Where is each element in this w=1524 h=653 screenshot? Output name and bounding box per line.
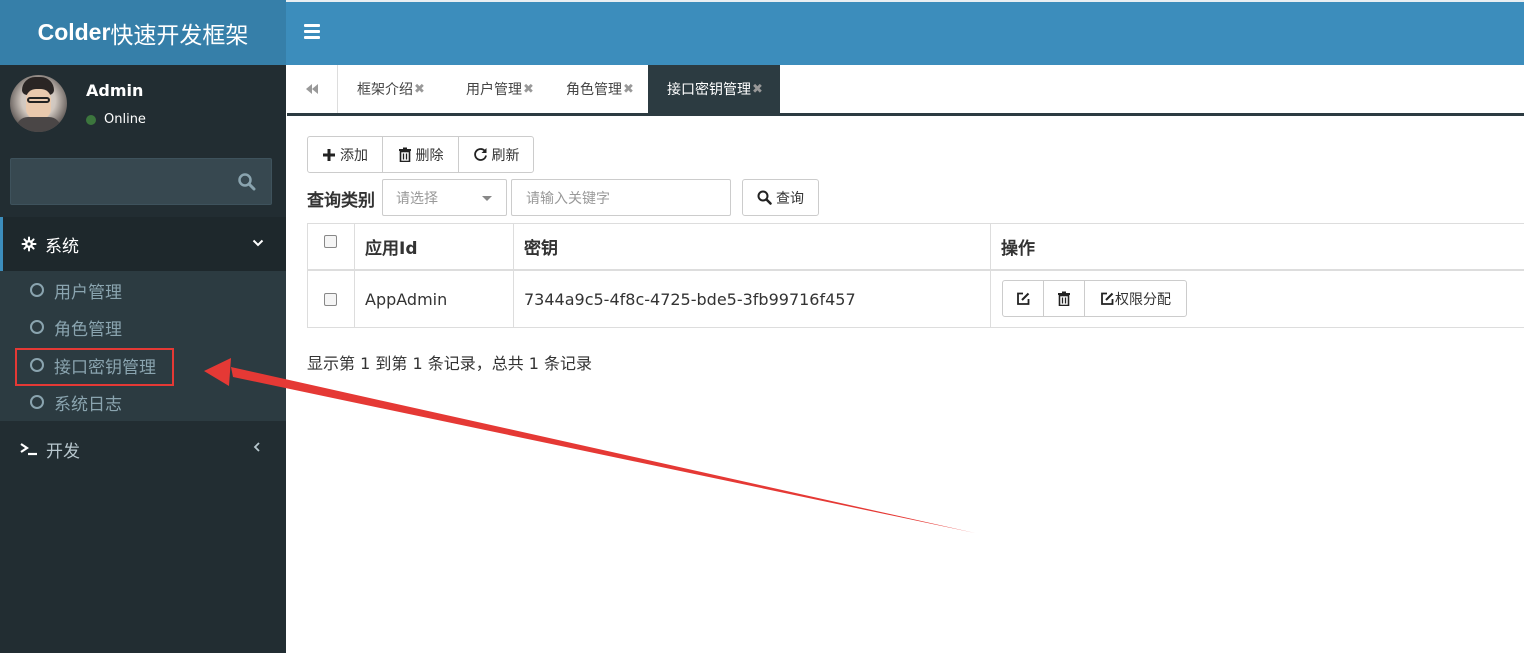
avatar — [10, 75, 67, 132]
tab-close-icon[interactable]: ✖ — [523, 82, 534, 97]
caret-down-icon — [482, 196, 492, 201]
circle-icon — [30, 395, 44, 409]
user-panel: Admin Online — [0, 65, 286, 145]
chevron-down-icon — [252, 239, 264, 247]
tab-close-icon[interactable]: ✖ — [414, 82, 425, 97]
delete-button-label: 删除 — [415, 147, 444, 164]
cell-key: 7344a9c5-4f8c-4725-bde5-3fb99716f457 — [524, 290, 856, 309]
select-placeholder: 请选择 — [396, 190, 438, 207]
row-checkbox[interactable] — [324, 271, 337, 328]
search-icon — [757, 190, 772, 205]
cell-app-id: AppAdmin — [365, 290, 448, 309]
tab-api-key-management[interactable]: 接口密钥管理 ✖ — [648, 65, 780, 113]
sidebar-search — [10, 158, 272, 205]
logo-text: 快速开发框架 — [110, 22, 249, 49]
user-status-text: Online — [104, 112, 146, 127]
tab-framework-intro[interactable]: 框架介绍 ✖ — [357, 65, 425, 113]
chevron-left-icon — [253, 442, 260, 452]
circle-icon — [30, 283, 44, 297]
trash-icon — [398, 147, 411, 162]
search-button[interactable]: 查询 — [742, 179, 819, 216]
refresh-icon — [473, 148, 487, 161]
user-name: Admin — [86, 81, 144, 100]
column-header-app-id: 应用Id — [365, 239, 418, 259]
terminal-icon — [20, 443, 37, 456]
sidebar-search-input[interactable] — [11, 159, 221, 204]
query-category-label: 查询类别 — [307, 191, 375, 211]
tab-label: 框架介绍 — [357, 82, 413, 98]
sidebar-item-system-log[interactable]: 系统日志 — [30, 387, 122, 417]
sidebar: Admin Online 系统 用户管理 角色管理 接口密钥管理 系统日志 开发 — [0, 65, 286, 653]
edit-icon — [1017, 292, 1030, 305]
pagination-summary: 显示第 1 到第 1 条记录，总共 1 条记录 — [307, 354, 593, 373]
circle-icon — [30, 320, 44, 334]
user-status: Online — [86, 112, 146, 127]
sidebar-menu-dev-label: 开发 — [46, 441, 80, 462]
logo-bold-text: Colder — [37, 19, 111, 45]
gear-icon — [21, 236, 37, 252]
column-header-actions: 操作 — [1001, 239, 1035, 259]
row-actions: 权限分配 — [1002, 280, 1187, 317]
toolbar-button-group: 添加 删除 刷新 — [307, 136, 534, 173]
online-dot-icon — [86, 114, 96, 125]
sidebar-item-user-management[interactable]: 用户管理 — [30, 275, 122, 305]
sidebar-submenu: 用户管理 角色管理 接口密钥管理 系统日志 — [0, 271, 286, 421]
sidebar-item-label: 用户管理 — [54, 282, 122, 303]
data-table: 应用Id 密钥 操作 AppAdmin 7344a9c5-4f8c-4725-b… — [307, 223, 1524, 328]
sidebar-item-role-management[interactable]: 角色管理 — [30, 312, 122, 342]
keyword-input[interactable] — [511, 179, 731, 216]
top-navbar — [286, 2, 1524, 65]
assign-permissions-label: 权限分配 — [1115, 291, 1171, 308]
tab-role-management[interactable]: 角色管理 ✖ — [566, 65, 634, 113]
add-button-label: 添加 — [340, 147, 368, 164]
sidebar-toggle-icon[interactable] — [304, 24, 320, 40]
tab-label: 角色管理 — [566, 82, 622, 98]
edit-icon — [1101, 292, 1114, 305]
add-button[interactable]: 添加 — [308, 137, 383, 172]
select-all-checkbox[interactable] — [324, 235, 337, 248]
tab-close-icon[interactable]: ✖ — [752, 82, 763, 97]
double-chevron-left-icon — [306, 84, 318, 94]
refresh-button[interactable]: 刷新 — [459, 137, 533, 172]
tab-bar: 框架介绍 ✖ 用户管理 ✖ 角色管理 ✖ 接口密钥管理 ✖ — [287, 65, 1524, 116]
column-header-key: 密钥 — [524, 239, 558, 259]
search-icon[interactable] — [237, 172, 257, 192]
assign-permissions-button[interactable]: 权限分配 — [1085, 281, 1186, 316]
delete-row-button[interactable] — [1044, 281, 1085, 316]
tab-label: 接口密钥管理 — [667, 82, 751, 98]
refresh-button-label: 刷新 — [491, 147, 520, 164]
plus-icon — [323, 148, 335, 161]
sidebar-item-label: 角色管理 — [54, 319, 122, 340]
app-logo[interactable]: Colder 快速开发框架 — [0, 0, 286, 65]
tab-close-icon[interactable]: ✖ — [623, 82, 634, 97]
sidebar-menu-system-label: 系统 — [45, 236, 79, 257]
sidebar-menu-system[interactable]: 系统 — [0, 217, 286, 271]
tab-label: 用户管理 — [466, 82, 522, 98]
sidebar-menu-dev[interactable]: 开发 — [0, 429, 286, 469]
delete-button[interactable]: 删除 — [383, 137, 459, 172]
annotation-highlight-box — [15, 348, 174, 386]
tab-scroll-left-button[interactable] — [287, 65, 338, 113]
tab-user-management[interactable]: 用户管理 ✖ — [466, 65, 534, 113]
trash-icon — [1058, 291, 1070, 306]
query-category-select[interactable]: 请选择 — [382, 179, 507, 216]
edit-button[interactable] — [1003, 281, 1044, 316]
search-button-label: 查询 — [776, 190, 804, 207]
sidebar-item-label: 系统日志 — [54, 394, 122, 415]
